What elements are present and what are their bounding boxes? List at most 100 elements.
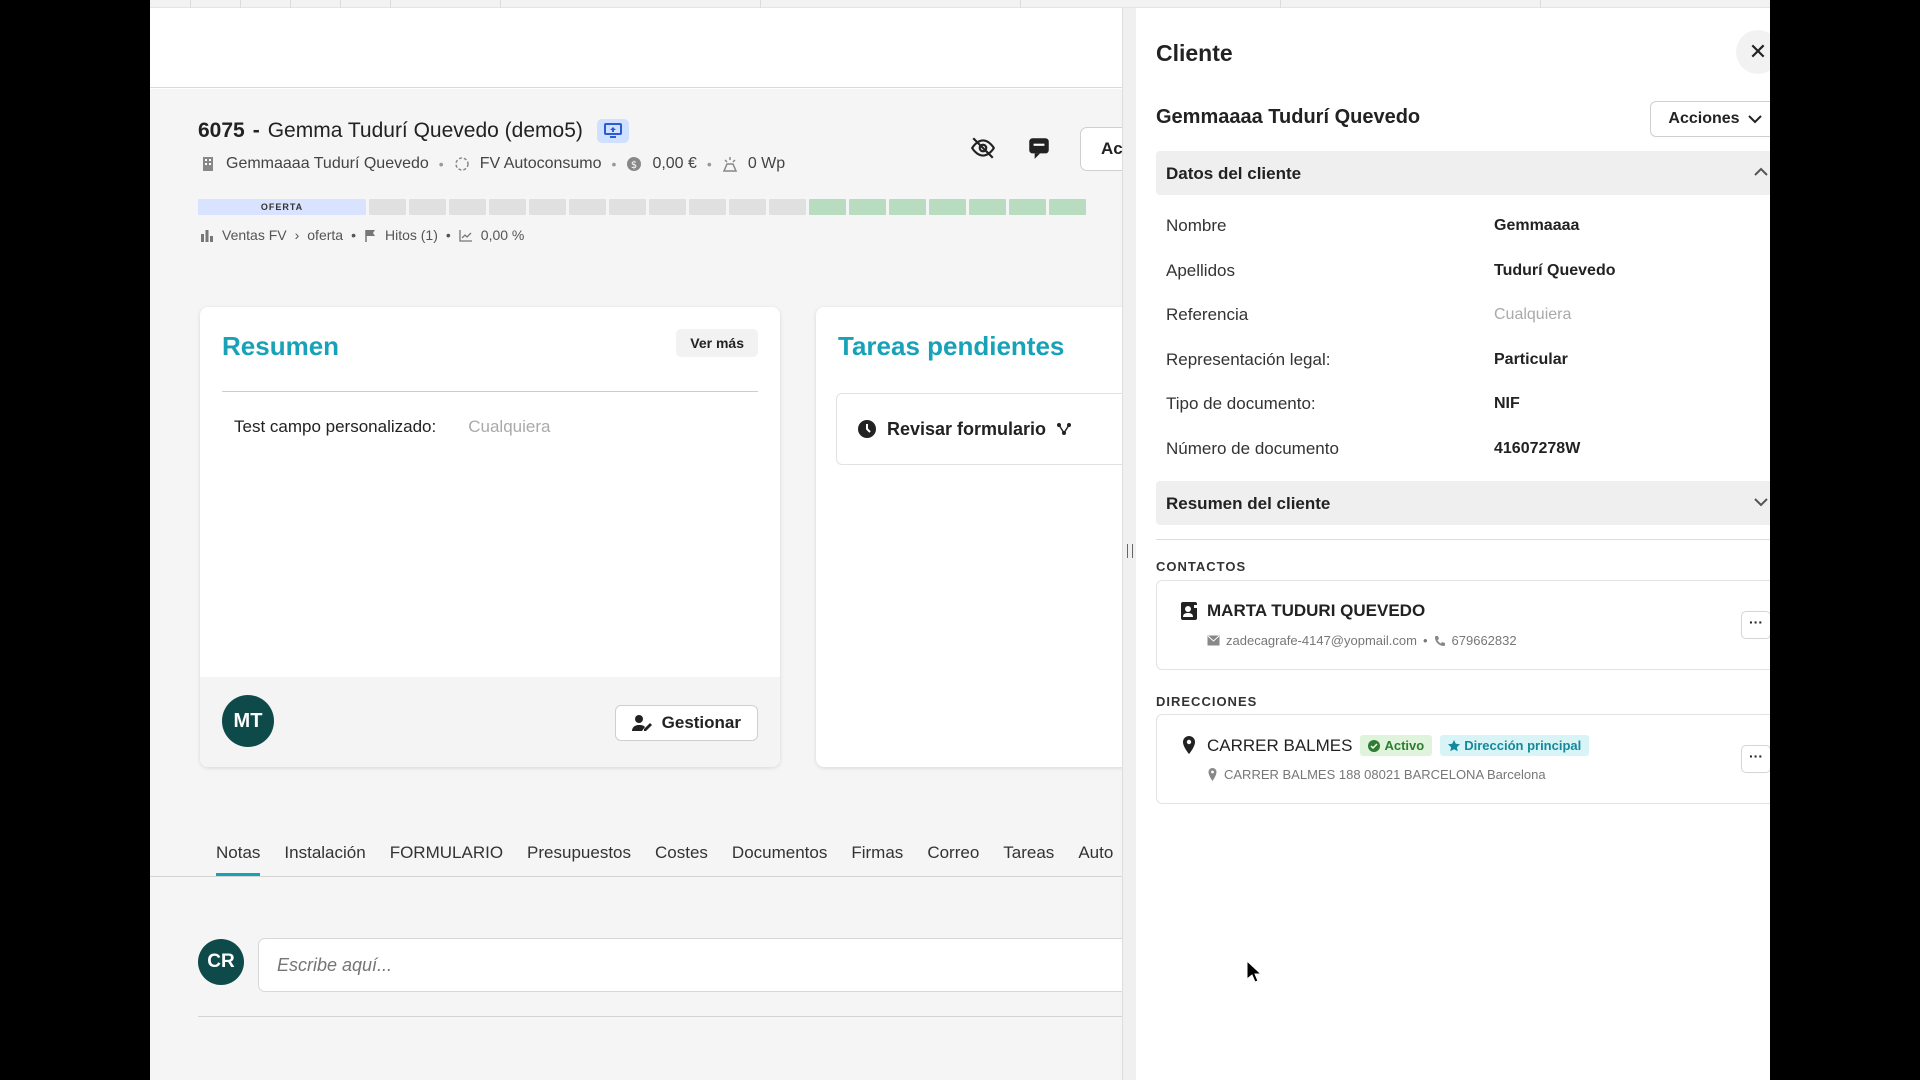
chevron-down-icon bbox=[1747, 115, 1762, 124]
tab-presupuestos[interactable]: Presupuestos bbox=[527, 843, 631, 876]
tab-correo[interactable]: Correo bbox=[927, 843, 979, 876]
field-label: Nombre bbox=[1166, 216, 1227, 235]
chat-icon[interactable] bbox=[1026, 135, 1052, 161]
tab-documentos[interactable]: Documentos bbox=[732, 843, 827, 876]
breadcrumb-stage[interactable]: oferta bbox=[307, 227, 343, 243]
panel-splitter[interactable] bbox=[1122, 8, 1136, 1080]
acciones-button[interactable]: Acciones bbox=[1650, 101, 1770, 137]
stage-segment[interactable] bbox=[849, 199, 886, 215]
tareas-card: Tareas pendientes Revisar formulario bbox=[816, 307, 1156, 767]
field-label: Representación legal: bbox=[1166, 349, 1331, 369]
stage-segment[interactable] bbox=[929, 199, 966, 215]
contactos-label: CONTACTOS bbox=[1156, 559, 1247, 574]
field-value[interactable]: 41607278W bbox=[1494, 440, 1580, 458]
gestionar-label: Gestionar bbox=[661, 713, 741, 732]
mouse-cursor-icon bbox=[1246, 960, 1262, 983]
stage-segment[interactable] bbox=[729, 199, 766, 215]
tab-firmas[interactable]: Firmas bbox=[851, 843, 903, 876]
meta-power: 0 Wp bbox=[747, 155, 786, 172]
breadcrumb-hitos[interactable]: Hitos (1) bbox=[385, 227, 438, 243]
tab-instalaci-n[interactable]: Instalación bbox=[284, 843, 365, 876]
resumen-cliente-header[interactable]: Resumen del cliente bbox=[1156, 481, 1770, 525]
tab-formulario[interactable]: FORMULARIO bbox=[390, 843, 503, 876]
tab-notas[interactable]: Notas bbox=[216, 843, 261, 876]
ver-mas-button[interactable]: Ver más bbox=[676, 329, 758, 357]
tab-tareas[interactable]: Tareas bbox=[1003, 843, 1054, 876]
drag-handle-icon[interactable] bbox=[1127, 544, 1133, 558]
contact-card-icon bbox=[1181, 602, 1197, 620]
project-name: Gemma Tudurí Quevedo (demo5) bbox=[267, 119, 583, 142]
stage-segment[interactable] bbox=[369, 199, 406, 215]
contact-card[interactable]: MARTA TUDURI QUEVEDO zadecagrafe-4147@yo… bbox=[1156, 580, 1770, 670]
tab-costes[interactable]: Costes bbox=[655, 843, 708, 876]
acciones-label: Acciones bbox=[1668, 110, 1740, 127]
stage-current[interactable]: OFERTA bbox=[198, 199, 366, 215]
field-value[interactable]: Gemmaaaa bbox=[1494, 217, 1579, 235]
stage-segment[interactable] bbox=[689, 199, 726, 215]
stage-segment[interactable] bbox=[449, 199, 486, 215]
coin-icon: $ bbox=[627, 157, 642, 171]
status-badge: Activo bbox=[1360, 735, 1433, 756]
gestionar-button[interactable]: Gestionar bbox=[614, 705, 758, 741]
breadcrumb-pipeline[interactable]: Ventas FV bbox=[222, 227, 287, 243]
divider bbox=[150, 876, 1122, 877]
datos-cliente-title: Datos del cliente bbox=[1166, 164, 1302, 183]
stage-segment[interactable] bbox=[569, 199, 606, 215]
top-header bbox=[150, 8, 1122, 88]
divider bbox=[222, 391, 758, 392]
trend-icon bbox=[459, 229, 472, 242]
note-input[interactable] bbox=[258, 938, 1138, 992]
map-pin-icon bbox=[1183, 736, 1195, 754]
task-item[interactable]: Revisar formulario bbox=[836, 393, 1136, 465]
contact-details: zadecagrafe-4147@yopmail.com • 679662832 bbox=[1207, 633, 1517, 648]
stage-segment[interactable] bbox=[969, 199, 1006, 215]
more-options-button[interactable]: ··· bbox=[1741, 611, 1770, 639]
stage-segment[interactable] bbox=[809, 199, 846, 215]
stage-segment[interactable] bbox=[769, 199, 806, 215]
field-label: Número de documento bbox=[1166, 438, 1339, 458]
stage-progress: OFERTA bbox=[198, 199, 1086, 215]
stage-segment[interactable] bbox=[649, 199, 686, 215]
field-value[interactable]: NIF bbox=[1494, 395, 1520, 413]
custom-field: Test campo personalizado: Cualquiera bbox=[234, 417, 550, 437]
project-meta: Gemmaaaa Tudurí Quevedo • FV Autoconsumo… bbox=[200, 155, 785, 173]
stage-segment[interactable] bbox=[889, 199, 926, 215]
more-options-button[interactable]: ··· bbox=[1741, 745, 1770, 773]
stage-segment[interactable] bbox=[609, 199, 646, 215]
field-value[interactable]: Tudurí Quevedo bbox=[1494, 262, 1615, 280]
field-value[interactable]: Cualquiera bbox=[1494, 306, 1571, 324]
meta-client[interactable]: Gemmaaaa Tudurí Quevedo bbox=[226, 155, 429, 173]
stage-segment[interactable] bbox=[409, 199, 446, 215]
meta-type: FV Autoconsumo bbox=[479, 155, 602, 172]
close-icon[interactable]: ✕ bbox=[1736, 30, 1770, 74]
contact-phone[interactable]: 679662832 bbox=[1452, 633, 1517, 648]
field-value[interactable]: Particular bbox=[1494, 351, 1568, 369]
address-full: CARRER BALMES 188 08021 BARCELONA Barcel… bbox=[1224, 767, 1546, 782]
meta-amount: 0,00 € bbox=[652, 155, 697, 172]
custom-field-value[interactable]: Cualquiera bbox=[468, 417, 550, 437]
stage-segment[interactable] bbox=[529, 199, 566, 215]
chevron-right-icon: › bbox=[294, 227, 300, 243]
contact-email[interactable]: zadecagrafe-4147@yopmail.com bbox=[1226, 633, 1417, 648]
stage-segment[interactable] bbox=[1009, 199, 1046, 215]
field-label: Apellidos bbox=[1166, 260, 1235, 280]
address-card[interactable]: CARRER BALMES Activo Dirección principal… bbox=[1156, 714, 1770, 804]
resumen-footer: MT Gestionar bbox=[200, 677, 780, 767]
monitor-chip-icon[interactable] bbox=[596, 119, 629, 143]
top-strip bbox=[150, 0, 1770, 8]
custom-field-label: Test campo personalizado: bbox=[234, 417, 437, 436]
eye-off-icon[interactable] bbox=[970, 135, 996, 161]
user-avatar[interactable]: CR bbox=[198, 939, 244, 985]
datos-cliente-header[interactable]: Datos del cliente bbox=[1156, 151, 1770, 195]
chevron-down-icon bbox=[1754, 498, 1768, 507]
avatar[interactable]: MT bbox=[222, 695, 274, 747]
tab-auto[interactable]: Auto bbox=[1078, 843, 1113, 876]
building-icon bbox=[203, 157, 213, 171]
project-number: 6075 bbox=[198, 119, 245, 142]
stage-segment[interactable] bbox=[1049, 199, 1086, 215]
map-pin-icon bbox=[1208, 768, 1217, 781]
breadcrumb: Ventas FV › oferta • Hitos (1) • 0,00 % bbox=[200, 227, 524, 243]
stage-segment[interactable] bbox=[489, 199, 526, 215]
direcciones-label: DIRECCIONES bbox=[1156, 694, 1258, 709]
mail-icon bbox=[1207, 635, 1220, 646]
